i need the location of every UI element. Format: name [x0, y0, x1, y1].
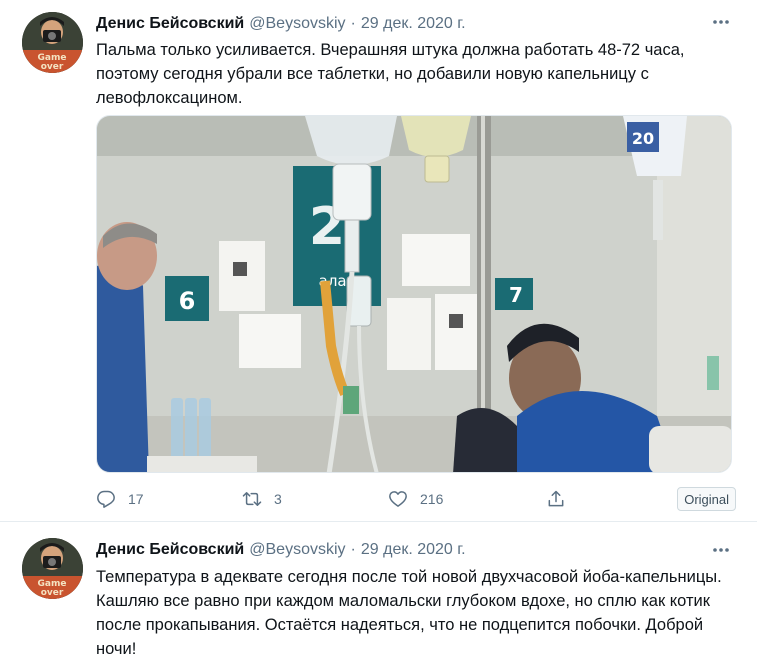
tweet-text-line: после прокапывания. Остаётся надеяться, … [96, 616, 704, 634]
more-icon [713, 548, 729, 552]
share-button[interactable] [546, 485, 566, 513]
retweet-icon [242, 492, 262, 506]
tweet-date[interactable]: 29 дек. 2020 г. [361, 541, 466, 559]
more-button[interactable] [711, 12, 731, 32]
reply-button[interactable]: 17 [96, 485, 144, 513]
avatar[interactable]: Game over [22, 12, 83, 73]
retweet-count: 3 [274, 491, 282, 507]
tweet-text-line: Кашляю все равно при каждом маломальски … [96, 592, 710, 610]
retweet-button[interactable]: 3 [242, 485, 282, 513]
tweet[interactable]: Game over Денис Бейсовский @Beysovskiy ·… [0, 523, 757, 655]
tweet-date[interactable]: 29 дек. 2020 г. [361, 15, 466, 33]
more-button[interactable] [711, 540, 731, 560]
author-name[interactable]: Денис Бейсовский [96, 15, 244, 33]
heart-icon [389, 491, 407, 507]
tweet-header: Денис Бейсовский @Beysovskiy · 29 дек. 2… [96, 539, 466, 561]
reply-icon [97, 490, 115, 508]
separator-dot: · [350, 541, 356, 558]
svg-text:over: over [41, 62, 64, 72]
tweet-text-line: Температура в адеквате сегодня после той… [96, 568, 722, 586]
tweet-text-line: Пальма только усиливается. Вчерашняя шту… [96, 41, 685, 59]
tweet-header: Денис Бейсовский @Beysovskiy · 29 дек. 2… [96, 13, 466, 35]
tweet-text-line: левофлоксацином. [96, 89, 243, 107]
tweet-photo[interactable]: 6 2 алат 7 20 [96, 115, 732, 473]
like-count: 216 [420, 491, 444, 507]
reply-count: 17 [128, 491, 144, 507]
tweet-text: Температура в адеквате сегодня после той… [96, 565, 736, 655]
hospital-photo: 6 2 алат 7 20 [97, 116, 731, 472]
sign-number-6: 6 [179, 287, 196, 315]
share-icon [548, 490, 564, 507]
sign-number-7: 7 [509, 283, 523, 307]
author-handle[interactable]: @Beysovskiy [249, 15, 345, 33]
tweet-text-line: поэтому сегодня убрали все таблетки, но … [96, 65, 649, 83]
author-handle[interactable]: @Beysovskiy [249, 541, 345, 559]
author-name[interactable]: Денис Бейсовский [96, 541, 244, 559]
separator-dot: · [350, 15, 356, 32]
svg-text:over: over [41, 588, 64, 598]
like-button[interactable]: 216 [388, 485, 443, 513]
avatar[interactable]: Game over [22, 538, 83, 599]
tweet-text-line: ночи! [96, 640, 137, 655]
bag-number: 20 [632, 129, 654, 148]
original-badge[interactable]: Original [677, 487, 736, 511]
tweet-text: Пальма только усиливается. Вчерашняя шту… [96, 38, 736, 110]
tweet[interactable]: Game over Денис Бейсовский @Beysovskiy ·… [0, 0, 757, 522]
more-icon [713, 20, 729, 24]
tweet-actions: 17 3 216 Original [96, 485, 736, 513]
